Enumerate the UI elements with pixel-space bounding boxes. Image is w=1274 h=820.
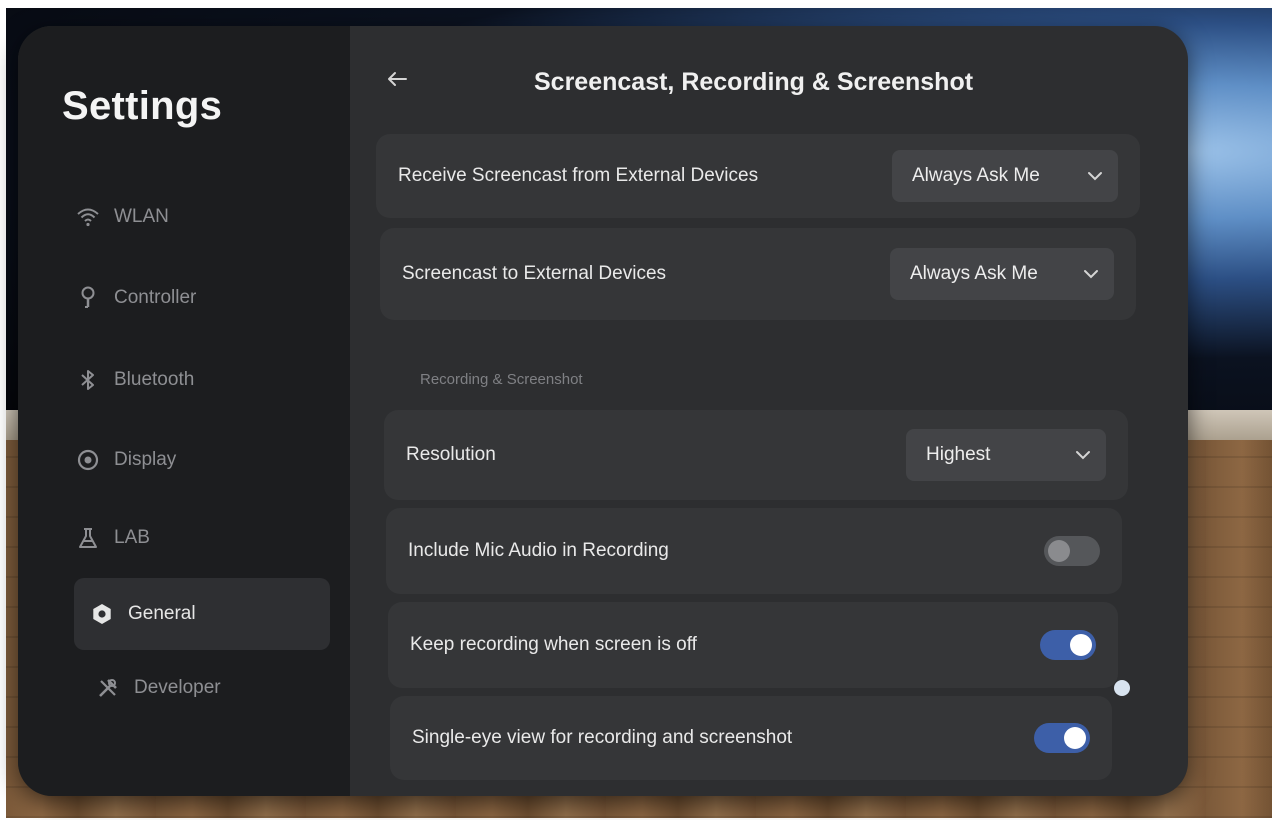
sidebar-title: Settings <box>62 84 223 128</box>
scroll-indicator[interactable] <box>1114 680 1130 696</box>
eye-icon <box>74 446 102 474</box>
toggle-knob <box>1070 634 1092 656</box>
chevron-down-icon <box>1086 167 1104 185</box>
mic-audio-row: Include Mic Audio in Recording <box>386 508 1122 594</box>
controller-icon <box>74 284 102 312</box>
resolution-dropdown[interactable]: Highest <box>906 429 1106 481</box>
sidebar-item-label: Bluetooth <box>114 369 195 390</box>
resolution-row: Resolution Highest <box>384 410 1128 500</box>
toggle-knob <box>1064 727 1086 749</box>
sidebar-item-label: General <box>128 603 196 624</box>
settings-panel: Settings WLAN Controller Bluetooth Displ… <box>18 26 1188 796</box>
wifi-icon <box>74 203 102 231</box>
chevron-down-icon <box>1074 446 1092 464</box>
sidebar-item-label: LAB <box>114 527 150 548</box>
sidebar-item-label: WLAN <box>114 206 169 227</box>
flask-icon <box>74 524 102 552</box>
screencast-to-external-dropdown[interactable]: Always Ask Me <box>890 248 1114 300</box>
gear-icon <box>88 600 116 628</box>
sidebar-item-general[interactable]: General <box>74 578 330 650</box>
resolution-label: Resolution <box>406 444 496 465</box>
page-title: Screencast, Recording & Screenshot <box>534 68 974 96</box>
keep-recording-row: Keep recording when screen is off <box>388 602 1118 688</box>
sidebar-item-label: Developer <box>134 677 221 698</box>
mic-audio-label: Include Mic Audio in Recording <box>408 540 669 561</box>
main-content: Screencast, Recording & Screenshot Recei… <box>350 26 1188 796</box>
sidebar-item-controller[interactable]: Controller <box>74 262 330 334</box>
receive-screencast-row: Receive Screencast from External Devices… <box>376 134 1140 218</box>
section-label: Recording & Screenshot <box>420 371 583 388</box>
arrow-left-icon <box>386 71 408 92</box>
dropdown-value: Highest <box>926 444 991 465</box>
mic-audio-toggle[interactable] <box>1044 536 1100 566</box>
sidebar-item-label: Display <box>114 449 177 470</box>
single-eye-label: Single-eye view for recording and screen… <box>412 727 793 748</box>
keep-recording-toggle[interactable] <box>1040 630 1096 660</box>
dropdown-value: Always Ask Me <box>912 165 1040 186</box>
single-eye-toggle[interactable] <box>1034 723 1090 753</box>
back-button[interactable] <box>380 64 414 98</box>
bluetooth-icon <box>74 366 102 394</box>
sidebar-item-wlan[interactable]: WLAN <box>74 181 330 253</box>
sidebar-item-display[interactable]: Display <box>74 424 330 496</box>
single-eye-row: Single-eye view for recording and screen… <box>390 696 1112 780</box>
tools-icon <box>94 674 122 702</box>
sidebar-item-developer[interactable]: Developer <box>94 652 350 724</box>
sidebar: Settings WLAN Controller Bluetooth Displ… <box>18 26 350 796</box>
keep-recording-label: Keep recording when screen is off <box>410 634 697 655</box>
receive-screencast-dropdown[interactable]: Always Ask Me <box>892 150 1118 202</box>
sidebar-item-lab[interactable]: LAB <box>74 502 330 574</box>
screencast-to-external-label: Screencast to External Devices <box>402 263 667 284</box>
receive-screencast-label: Receive Screencast from External Devices <box>398 165 759 186</box>
toggle-knob <box>1048 540 1070 562</box>
chevron-down-icon <box>1082 265 1100 283</box>
sidebar-item-label: Controller <box>114 287 197 308</box>
dropdown-value: Always Ask Me <box>910 263 1038 284</box>
sidebar-item-bluetooth[interactable]: Bluetooth <box>74 344 330 416</box>
screencast-to-external-row: Screencast to External Devices Always As… <box>380 228 1136 320</box>
